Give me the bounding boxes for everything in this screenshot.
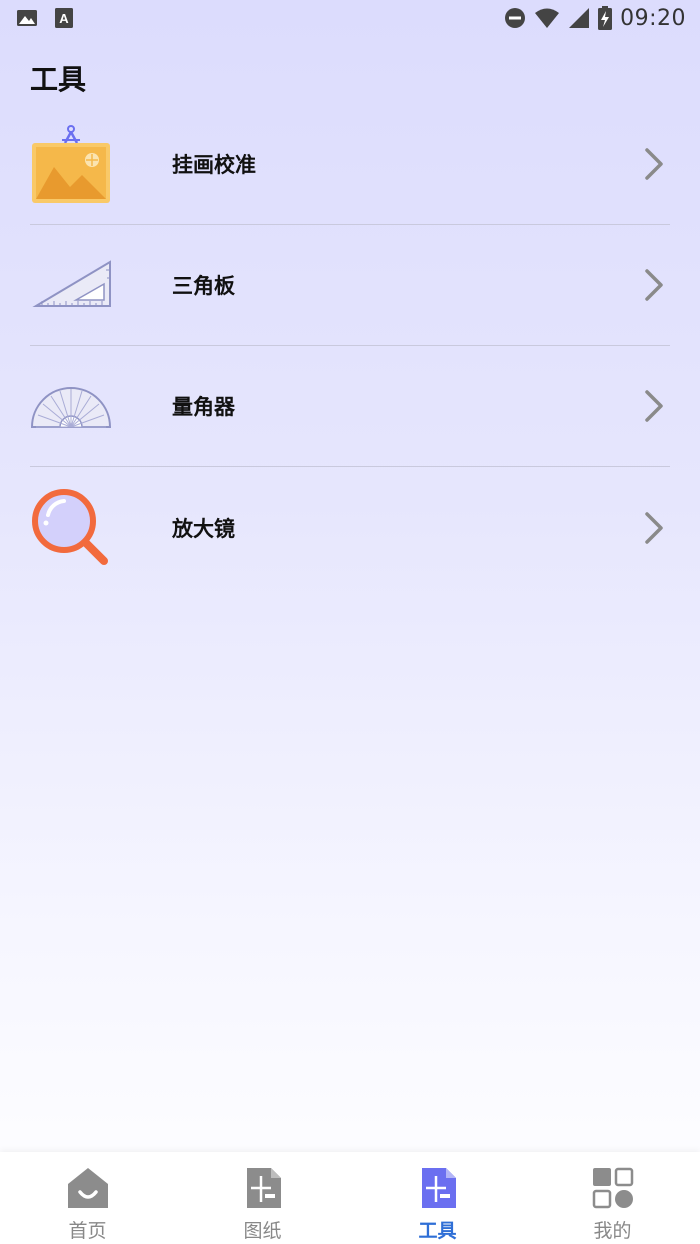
status-right: 09:20 (504, 6, 686, 31)
do-not-disturb-icon (505, 8, 526, 28)
nav-label: 首页 (68, 1220, 107, 1242)
tool-item-magnifier[interactable]: 放大镜 (30, 467, 670, 588)
tool-label: 三角板 (172, 274, 235, 298)
triangle-ruler-icon (32, 260, 111, 307)
home-icon (67, 1168, 108, 1208)
nav-item-home[interactable]: 首页 (0, 1152, 175, 1244)
picture-calibrate-icon (32, 125, 110, 203)
tools-icon (421, 1168, 456, 1208)
status-time: 09:20 (620, 5, 686, 31)
profile-icon (592, 1167, 633, 1209)
page-title: 工具 (30, 63, 87, 96)
chevron-right-icon (645, 148, 663, 180)
tool-item-protractor[interactable]: 量角器 (30, 346, 670, 467)
bottom-nav: 首页 图纸 工具 我的 (0, 1152, 700, 1244)
tool-item-picture-calibrate[interactable]: 挂画校准 (30, 104, 670, 225)
protractor-icon (30, 387, 112, 428)
tool-icon-container (30, 365, 112, 447)
tool-icon-container (30, 123, 112, 205)
tool-label: 放大镜 (172, 516, 235, 541)
tool-icon-container (30, 487, 112, 569)
tool-list: 挂画校准 三角板 量角器 放大镜 (30, 104, 670, 588)
signal-icon (569, 8, 590, 28)
nav-item-tools[interactable]: 工具 (350, 1152, 525, 1244)
tool-icon-container (30, 244, 112, 326)
nav-label: 我的 (593, 1220, 632, 1242)
status-bar: A 09:20 (0, 0, 700, 36)
drawing-icon (246, 1168, 281, 1208)
tool-label: 量角器 (172, 395, 235, 419)
font-notification-icon: A (55, 8, 73, 28)
nav-label: 工具 (418, 1220, 457, 1242)
wifi-icon (535, 8, 560, 28)
chevron-right-icon (645, 269, 663, 301)
battery-icon (598, 6, 613, 30)
chevron-right-icon (645, 511, 663, 544)
nav-label: 图纸 (243, 1220, 282, 1242)
nav-item-drawing[interactable]: 图纸 (175, 1152, 350, 1244)
tool-item-triangle-ruler[interactable]: 三角板 (30, 225, 670, 346)
nav-item-profile[interactable]: 我的 (525, 1152, 700, 1244)
svg-text:A: A (59, 11, 69, 26)
status-left: A (16, 7, 74, 29)
magnifier-icon (32, 488, 108, 565)
image-notification-icon (17, 10, 37, 26)
tool-label: 挂画校准 (172, 153, 256, 177)
chevron-right-icon (645, 390, 663, 422)
